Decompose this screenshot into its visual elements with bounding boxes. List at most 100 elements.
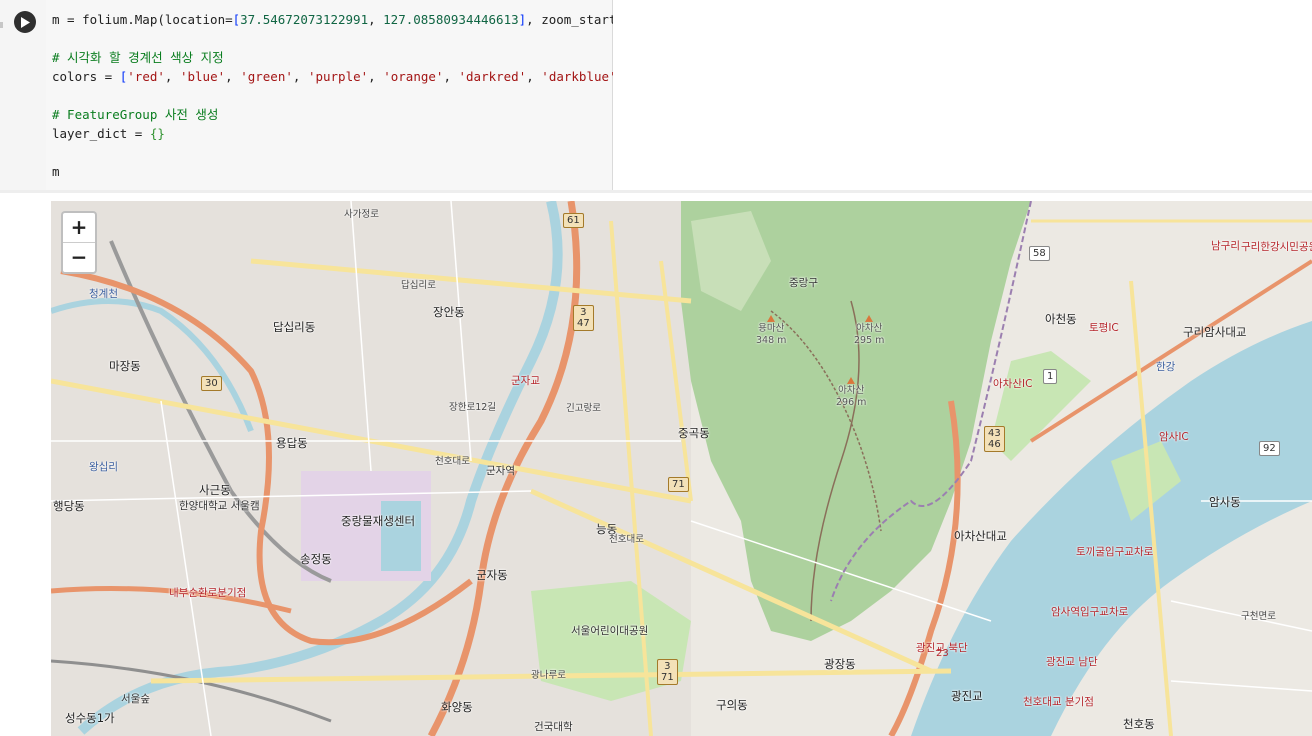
map-label: 천호대로	[609, 534, 644, 545]
map-label: 답십리동	[273, 320, 316, 334]
run-cell-button[interactable]	[14, 11, 36, 33]
code-token: ,	[368, 12, 384, 27]
peak-icon	[767, 315, 776, 322]
map-label: 청계천	[89, 288, 118, 300]
map-label: 구리한강시민공원	[1241, 241, 1312, 253]
output-gutter	[0, 193, 51, 736]
map-label: 건국대학	[534, 721, 573, 733]
map-label: 장안동	[433, 305, 465, 319]
code-token: ,	[526, 69, 542, 84]
map-label: 중곡동	[678, 426, 710, 440]
map-label: 천호동	[1123, 717, 1155, 731]
peak-elevation: 296 m	[836, 397, 867, 408]
map-label: 아차산대교	[954, 529, 1007, 543]
map-label: 천호대교 분기점	[1023, 696, 1094, 708]
route-shield: 30	[201, 376, 222, 391]
route-shield: 92	[1259, 441, 1280, 456]
code-line: m	[52, 164, 60, 180]
cell-edge-marker	[0, 22, 3, 28]
map-label: 중랑구	[789, 277, 818, 289]
peak-name: 아차산	[838, 385, 865, 396]
map-label: 암사역입구교차로	[1051, 606, 1129, 618]
peak-name: 아차산	[856, 323, 883, 334]
folium-map[interactable]: 답십리동 장안동 마장동 용답동 왕십리 행당동 사근동 한양대학교 서울캠 중랑물재생센터 송정…	[51, 201, 1312, 736]
map-label: 마장동	[109, 359, 141, 373]
route-shield: 43 46	[984, 426, 1005, 452]
code-line: layer_dict = {}	[52, 126, 165, 142]
map-label: 광진교 남단	[1046, 656, 1098, 668]
map-label: 광장동	[824, 657, 856, 671]
code-token: {}	[149, 126, 165, 141]
code-token: 'red'	[127, 69, 165, 84]
map-label: 구천면로	[1241, 611, 1276, 622]
code-token: m = folium.Map(location=	[52, 12, 233, 27]
code-token: colors =	[52, 69, 120, 84]
code-token: # 시각화 할 경계선 색상 지정	[52, 50, 224, 65]
map-label: 남구리	[1211, 240, 1240, 252]
code-line: m = folium.Map(location=[37.546720731229…	[52, 12, 662, 28]
peak-icon	[865, 315, 874, 322]
code-token: ,	[292, 69, 308, 84]
peak-name: 용마산	[758, 323, 785, 334]
route-shield: 1	[1043, 369, 1058, 384]
map-tiles	[51, 201, 1312, 736]
map-label: 군자동	[476, 568, 508, 582]
map-label: 왕십리	[89, 461, 118, 473]
peak-label: 아차산 296 m	[836, 377, 866, 409]
map-label: 서울어린이대공원	[571, 625, 649, 637]
map-label: 구의동	[716, 698, 748, 712]
map-label: 한양대학교 서울캠	[179, 500, 260, 512]
play-icon	[21, 16, 30, 28]
code-token: ,	[443, 69, 459, 84]
code-token: ,	[225, 69, 241, 84]
map-label: 사근동	[199, 483, 231, 497]
route-shield: 61	[563, 213, 584, 228]
code-token: m	[52, 164, 60, 179]
code-token: 'orange'	[383, 69, 444, 84]
code-token: 37.54672073122991	[240, 12, 369, 27]
code-token: 'purple'	[307, 69, 369, 84]
code-token: , zoom_start=	[526, 12, 624, 27]
route-shield: 23	[936, 648, 949, 659]
code-token: 'blue'	[179, 69, 226, 84]
route-shield: 3 71	[657, 659, 678, 685]
cell-gutter	[0, 0, 46, 193]
peak-label: 아차산 295 m	[854, 315, 884, 347]
map-label: 화양동	[441, 700, 473, 714]
peak-label: 용마산 348 m	[756, 315, 786, 347]
map-label: 암사동	[1209, 495, 1241, 509]
code-line: # 시각화 할 경계선 색상 지정	[52, 50, 224, 66]
map-label: 토평IC	[1089, 322, 1119, 334]
code-token: 'green'	[240, 69, 293, 84]
map-label: 용답동	[276, 436, 308, 450]
code-token: ,	[368, 69, 384, 84]
map-label: 행당동	[53, 499, 85, 513]
map-label: 군자역	[486, 465, 515, 477]
map-label: 사가정로	[344, 209, 379, 220]
map-label: 암사IC	[1159, 431, 1189, 443]
code-editor[interactable]: m = folium.Map(location=[37.546720731229…	[46, 0, 662, 193]
code-token: # FeatureGroup 사전 생성	[52, 107, 219, 122]
map-label: 송정동	[300, 552, 332, 566]
route-shield: 58	[1029, 246, 1050, 261]
peak-icon	[847, 377, 856, 384]
peak-elevation: 295 m	[854, 335, 885, 346]
map-label: 아차산IC	[993, 378, 1033, 390]
zoom-in-button[interactable]: +	[63, 213, 95, 242]
map-label: 내부순환로분기점	[169, 587, 247, 599]
route-shield: 71	[668, 477, 689, 492]
map-label: 토끼굴입구교차로	[1076, 546, 1154, 558]
map-label: 아천동	[1045, 312, 1077, 326]
map-label: 답십리로	[401, 280, 436, 291]
code-token: 127.08580934446613	[383, 12, 519, 27]
code-token: layer_dict =	[52, 126, 150, 141]
map-label: 한강	[1156, 361, 1176, 373]
map-label: 천호대로	[435, 456, 470, 467]
map-label: 광진교	[951, 689, 983, 703]
code-token: 'darkred'	[458, 69, 527, 84]
map-label: 군자교	[511, 375, 540, 387]
code-line: # FeatureGroup 사전 생성	[52, 107, 218, 123]
zoom-out-button[interactable]: −	[63, 242, 95, 272]
map-label: 서울숲	[121, 693, 150, 705]
code-editor-right	[613, 0, 1312, 190]
